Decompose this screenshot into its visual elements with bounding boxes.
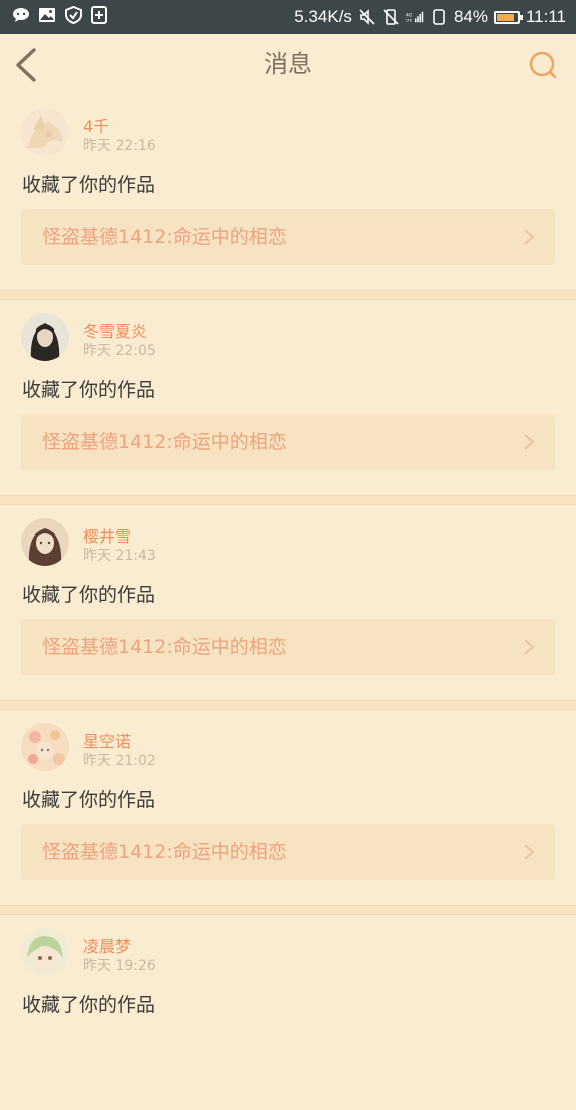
message-item: 樱井雪 昨天 21:43 收藏了你的作品 怪盗基德1412:命运中的相恋 (0, 505, 576, 700)
shield-icon (64, 6, 82, 24)
network-speed: 5.34K/s (294, 7, 352, 26)
divider (0, 700, 576, 710)
clock: 11:11 (525, 7, 566, 26)
chevron-right-icon (524, 434, 535, 450)
page-title: 消息 (264, 50, 312, 78)
header-bar: 消息 (0, 34, 576, 96)
svg-text:4G: 4G (406, 12, 413, 18)
timestamp: 昨天 19:26 (83, 958, 156, 974)
timestamp: 昨天 21:43 (83, 548, 156, 564)
action-text: 收藏了你的作品 (22, 379, 156, 401)
action-text: 收藏了你的作品 (22, 994, 156, 1016)
username[interactable]: 星空诺 (83, 728, 131, 752)
chevron-left-icon (16, 48, 36, 82)
status-bar: 5.34K/s 4G LTE 84% 11:11 (0, 0, 576, 34)
work-link[interactable]: 怪盗基德1412:命运中的相恋 (21, 209, 555, 265)
username[interactable]: 樱井雪 (83, 523, 131, 547)
chevron-right-icon (524, 639, 535, 655)
status-right: 5.34K/s 4G LTE 84% 11:11 (294, 0, 566, 34)
status-left-icons (12, 6, 108, 24)
battery-percent: 84% (453, 7, 488, 26)
timestamp: 昨天 22:05 (83, 343, 156, 359)
avatar[interactable] (21, 723, 69, 771)
message-item: 4千 昨天 22:16 收藏了你的作品 怪盗基德1412:命运中的相恋 (0, 95, 576, 290)
divider (0, 905, 576, 915)
username[interactable]: 4千 (83, 113, 109, 137)
work-title: 怪盗基德1412:命运中的相恋 (42, 636, 287, 658)
sim-icon (430, 8, 448, 26)
avatar[interactable] (21, 928, 69, 976)
action-text: 收藏了你的作品 (22, 789, 156, 811)
message-list: 4千 昨天 22:16 收藏了你的作品 怪盗基德1412:命运中的相恋 冬雪夏炎… (0, 95, 576, 1110)
svg-text:LTE: LTE (406, 19, 413, 23)
username[interactable]: 冬雪夏炎 (83, 318, 147, 342)
divider (0, 495, 576, 505)
back-button[interactable] (10, 46, 44, 84)
message-icon (12, 6, 30, 24)
avatar[interactable] (21, 518, 69, 566)
message-item: 星空诺 昨天 21:02 收藏了你的作品 怪盗基德1412:命运中的相恋 (0, 710, 576, 905)
chevron-right-icon (524, 229, 535, 245)
action-text: 收藏了你的作品 (22, 584, 156, 606)
chevron-right-icon (524, 844, 535, 860)
timestamp: 昨天 22:16 (83, 138, 156, 154)
work-link[interactable]: 怪盗基德1412:命运中的相恋 (21, 619, 555, 675)
search-button[interactable] (528, 50, 558, 80)
image-icon (38, 6, 56, 24)
vibrate-off-icon (382, 8, 400, 26)
work-link[interactable]: 怪盗基德1412:命运中的相恋 (21, 414, 555, 470)
search-icon (529, 51, 557, 79)
work-link[interactable]: 怪盗基德1412:命运中的相恋 (21, 824, 555, 880)
username[interactable]: 凌晨梦 (83, 933, 131, 957)
signal-icon: 4G LTE (406, 8, 424, 26)
plus-box-icon (90, 6, 108, 24)
battery-icon (493, 10, 523, 24)
battery-level (496, 13, 514, 21)
work-title: 怪盗基德1412:命运中的相恋 (42, 431, 287, 453)
message-item: 凌晨梦 昨天 19:26 收藏了你的作品 (0, 915, 576, 1110)
timestamp: 昨天 21:02 (83, 753, 156, 769)
mute-icon (358, 8, 376, 26)
work-title: 怪盗基德1412:命运中的相恋 (42, 841, 287, 863)
action-text: 收藏了你的作品 (22, 174, 156, 196)
divider (0, 290, 576, 300)
message-item: 冬雪夏炎 昨天 22:05 收藏了你的作品 怪盗基德1412:命运中的相恋 (0, 300, 576, 495)
avatar[interactable] (21, 108, 69, 156)
work-title: 怪盗基德1412:命运中的相恋 (42, 226, 287, 248)
avatar[interactable] (21, 313, 69, 361)
